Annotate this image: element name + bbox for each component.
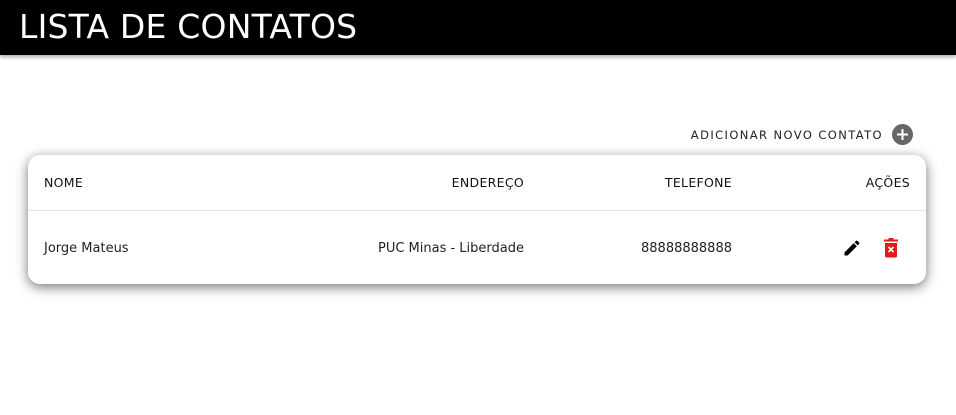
row-actions <box>842 212 900 284</box>
trash-icon[interactable] <box>882 238 900 258</box>
column-header-telefone: TELEFONE <box>664 175 732 190</box>
column-header-nome: NOME <box>44 175 84 190</box>
add-contact-button[interactable]: ADICIONAR NOVO CONTATO <box>691 124 913 145</box>
table-row: Jorge Mateus PUC Minas - Liberdade 88888… <box>28 212 926 284</box>
add-contact-label: ADICIONAR NOVO CONTATO <box>690 127 883 142</box>
pencil-icon[interactable] <box>842 238 862 258</box>
cell-nome: Jorge Mateus <box>44 240 129 256</box>
contacts-table: NOME ENDEREÇO TELEFONE AÇÕES Jorge Mateu… <box>28 155 926 284</box>
column-header-endereco: ENDEREÇO <box>451 175 524 190</box>
app-header: LISTA DE CONTATOS <box>0 0 956 55</box>
cell-endereco: PUC Minas - Liberdade <box>377 240 524 256</box>
page-title: LISTA DE CONTATOS <box>19 7 358 46</box>
cell-telefone: 88888888888 <box>641 240 732 256</box>
plus-circle-icon[interactable] <box>892 124 913 145</box>
table-header-row: NOME ENDEREÇO TELEFONE AÇÕES <box>28 155 926 211</box>
column-header-acoes: AÇÕES <box>865 175 910 190</box>
